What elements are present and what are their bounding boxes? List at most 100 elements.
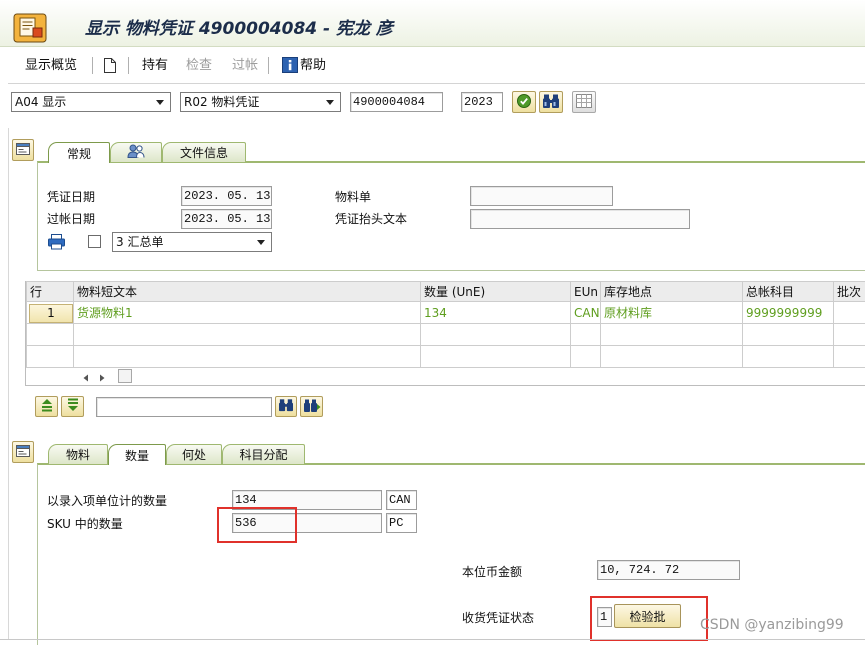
scroll-right-icon[interactable] [22,640,30,645]
doc-date-field[interactable]: 2023. 05. 13 [181,186,272,206]
scroll-left-icon[interactable] [4,640,12,645]
items-grid: 行 物料短文本 数量 (UnE) EUn 库存地点 总帐科目 批次 1 货源物料… [26,281,865,368]
execute-icon [516,93,532,112]
header-tab-panel [37,161,865,271]
overview-button[interactable]: 显示概览 [25,57,77,74]
sku-unit-field[interactable]: PC [386,513,417,533]
print-icon [47,233,66,250]
action-dropdown[interactable]: A04 显示 [11,92,171,112]
bottom-divider [0,639,865,640]
toolbar-divider [8,83,865,84]
header-text-label: 凭证抬头文本 [335,212,408,226]
print-checkbox[interactable] [88,235,101,248]
amount-field[interactable]: 10, 724. 72 [597,560,740,580]
col-header-storage-location[interactable]: 库存地点 [600,281,743,302]
tab-quantity-label: 数量 [124,448,149,463]
col-header-unit[interactable]: EUn [570,281,601,302]
empty-cell [833,323,865,346]
binoculars-icon [542,93,560,112]
col-header-short-text[interactable]: 物料短文本 [73,281,421,302]
amount-label: 本位币金额 [462,565,523,579]
line-select-button[interactable]: 1 [29,303,73,323]
collapse-icon [15,443,31,462]
find-next-icon [303,398,321,416]
frame-border [8,128,9,640]
people-icon [127,144,145,161]
short-text-cell[interactable]: 货源物料1 [73,301,421,324]
tab-account-assignment[interactable]: 科目分配 [222,444,305,464]
chevron-down-icon [156,100,164,105]
scroll-right-icon[interactable] [97,372,107,382]
table-settings-icon[interactable] [118,369,132,383]
col-header-batch[interactable]: 批次 [833,281,865,302]
table-search-input[interactable] [96,397,272,417]
batch-cell[interactable] [833,301,865,324]
collapse-icon [15,141,31,160]
delivery-note-field[interactable] [470,186,613,206]
gl-account-cell[interactable]: 9999999999 [742,301,834,324]
tab-general[interactable]: 常规 [48,142,110,163]
post-button[interactable]: 过帐 [232,57,258,74]
tab-partner[interactable] [110,142,162,162]
tab-account-assignment-label: 科目分配 [239,448,288,462]
quantity-cell[interactable]: 134 [420,301,571,324]
doc-year-field[interactable]: 2023 [461,92,503,112]
posting-date-label: 过帐日期 [47,212,96,226]
empty-cell [570,345,601,368]
table-row[interactable]: 1 货源物料1 134 CAN 原材料库 9999999999 [26,301,865,324]
header-text-field[interactable] [470,209,690,229]
chevron-down-icon [326,100,334,105]
empty-cell [600,345,743,368]
highlight-box-inspection-lot [590,596,708,641]
search-button[interactable] [539,91,563,113]
tab-quantity[interactable]: 数量 [108,444,166,465]
hold-button[interactable]: 持有 [142,57,168,74]
header-toggle-button[interactable] [12,139,34,161]
highlight-box-sku-qty [217,507,297,543]
entry-qty-label: 以录入项单位计的数量 [47,494,168,508]
transaction-icon [13,13,47,43]
find-next-button[interactable] [300,396,323,417]
doc-number-field[interactable]: 4900004084 [350,92,443,112]
tab-material[interactable]: 物料 [48,444,108,464]
delivery-note-label: 物料单 [335,190,372,204]
storage-location-cell[interactable]: 原材料库 [600,301,743,324]
print-version-value: 3 汇总单 [116,235,164,249]
col-header-gl-account[interactable]: 总帐科目 [742,281,834,302]
col-header-line[interactable]: 行 [26,281,74,302]
find-button[interactable] [275,396,297,417]
tab-general-label: 常规 [66,146,91,161]
empty-cell [420,345,571,368]
entry-unit-field[interactable]: CAN [386,490,417,510]
sort-ascending-button[interactable] [35,396,58,417]
tab-where[interactable]: 何处 [166,444,222,464]
items-table: 行 物料短文本 数量 (UnE) EUn 库存地点 总帐科目 批次 1 货源物料… [25,281,865,386]
other-document-icon[interactable] [103,57,117,74]
col-header-quantity[interactable]: 数量 (UnE) [420,281,571,302]
detail-toggle-button[interactable] [12,441,34,463]
scroll-left-icon[interactable] [81,372,91,382]
reference-dropdown[interactable]: R02 物料凭证 [180,92,341,112]
empty-cell [26,345,74,368]
print-version-dropdown[interactable]: 3 汇总单 [112,232,272,252]
binoculars-icon [278,398,294,415]
execute-button[interactable] [512,91,536,113]
toolbar-separator [268,57,269,74]
check-button[interactable]: 检查 [186,57,212,74]
sku-qty-label: SKU 中的数量 [47,517,123,531]
grid-icon [576,93,592,111]
reference-dropdown-value: R02 物料凭证 [184,95,260,109]
empty-cell [742,345,834,368]
info-icon[interactable] [282,57,298,73]
tab-document-info[interactable]: 文件信息 [162,142,246,162]
unit-cell[interactable]: CAN [570,301,601,324]
empty-cell [73,323,421,346]
table-row-empty [26,323,865,346]
empty-cell [600,323,743,346]
empty-cell [420,323,571,346]
layout-button[interactable] [572,91,596,113]
help-button[interactable]: 帮助 [300,57,326,74]
posting-date-field[interactable]: 2023. 05. 13 [181,209,272,229]
sort-descending-button[interactable] [61,396,84,417]
empty-cell [26,323,74,346]
